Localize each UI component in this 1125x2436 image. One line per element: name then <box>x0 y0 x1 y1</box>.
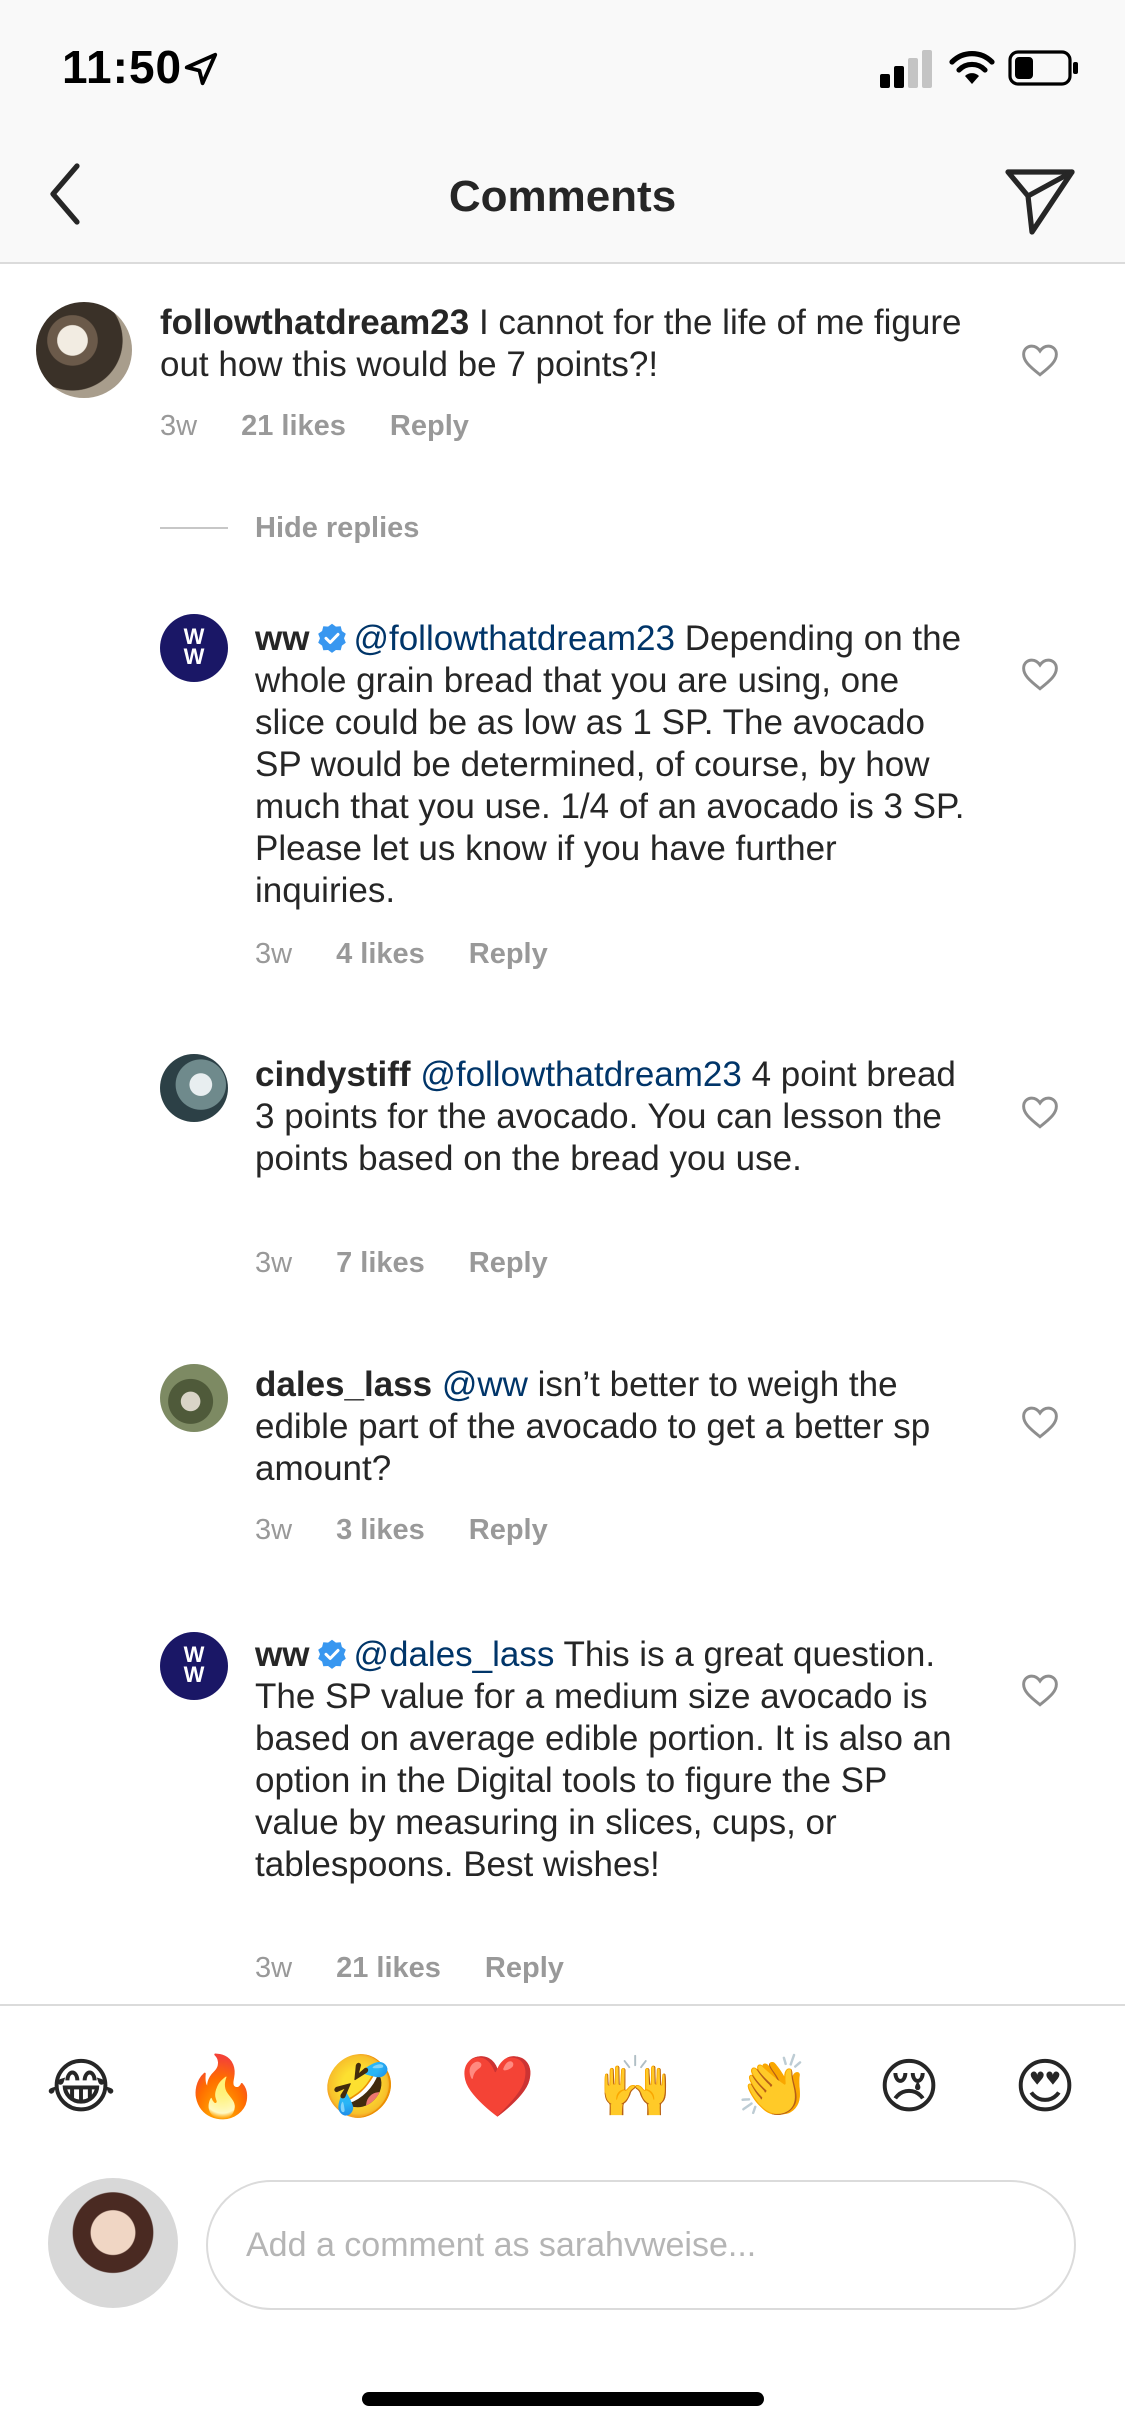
page-title: Comments <box>448 172 677 221</box>
reply-meta: 3w 7 likes Reply <box>255 1247 592 1280</box>
heart-icon[interactable] <box>1020 1404 1060 1440</box>
reply-username[interactable]: ww <box>255 619 309 658</box>
likes-count[interactable]: 21 likes <box>336 1952 441 1984</box>
navigation-bar: Comments <box>0 132 1125 264</box>
reply-meta: 3w 3 likes Reply <box>255 1514 592 1547</box>
heart-icon[interactable] <box>1020 1094 1060 1130</box>
status-bar: 11:50 <box>0 0 1125 132</box>
verified-badge-icon <box>318 623 347 653</box>
reply-username[interactable]: ww <box>255 1635 309 1674</box>
heart-icon[interactable] <box>1020 342 1060 378</box>
emoji-clapping-button[interactable]: 👏 <box>736 2052 811 2122</box>
heart-icon[interactable] <box>1020 656 1060 692</box>
emoji-crying-button[interactable]: 😢 <box>874 2052 944 2122</box>
mention-link[interactable]: @followthatdream23 <box>420 1055 742 1094</box>
emoji-heart-button[interactable]: ❤️ <box>460 2052 535 2122</box>
avatar[interactable] <box>160 1364 228 1432</box>
top-bar: 11:50 Comments <box>0 0 1125 264</box>
direct-send-icon[interactable] <box>1000 160 1080 240</box>
reply-time: 3w <box>255 1247 293 1279</box>
likes-count[interactable]: 21 likes <box>241 410 346 442</box>
avatar[interactable] <box>160 1054 228 1122</box>
reply-button[interactable]: Reply <box>469 1247 548 1279</box>
reply-time: 3w <box>255 938 293 970</box>
home-indicator[interactable] <box>362 2392 764 2406</box>
reply-username[interactable]: cindystiff <box>255 1055 411 1094</box>
mention-link[interactable]: @dales_lass <box>353 1635 554 1674</box>
reply-meta: 3w 4 likes Reply <box>255 938 592 971</box>
reply-button[interactable]: Reply <box>469 1514 548 1546</box>
hide-replies-button[interactable]: Hide replies <box>255 512 419 545</box>
reply-button[interactable]: Reply <box>485 1952 564 1984</box>
status-time: 11:50 <box>62 41 183 93</box>
verified-badge-icon <box>318 1639 347 1669</box>
reply-text: ww @dales_lass This is a great question. … <box>255 1634 975 1886</box>
reply-body: Depending on the whole grain bread that … <box>255 619 965 910</box>
comment-username[interactable]: followthatdream23 <box>160 303 469 342</box>
wifi-icon <box>949 51 995 84</box>
comment-text: followthatdream23 I cannot for the life … <box>160 302 980 386</box>
reply-time: 3w <box>255 1952 293 1984</box>
emoji-raised-hands-button[interactable]: 🙌 <box>598 2052 673 2122</box>
emoji-quick-bar: 😂 🔥 🤣 ❤️ 🙌 👏 😢 😍 <box>0 2004 1125 2172</box>
reply-text: dales_lass @ww isn’t better to weigh the… <box>255 1364 975 1490</box>
comment-time: 3w <box>160 410 198 442</box>
emoji-fire-button[interactable]: 🔥 <box>184 2052 259 2122</box>
reply-username[interactable]: dales_lass <box>255 1365 432 1404</box>
reply-time: 3w <box>255 1514 293 1546</box>
comment-meta: 3w 21 likes Reply <box>160 410 513 443</box>
reply-text: ww @followthatdream23 Depending on the wh… <box>255 618 975 912</box>
likes-count[interactable]: 7 likes <box>336 1247 425 1279</box>
current-user-avatar <box>48 2178 178 2308</box>
reply-button[interactable]: Reply <box>390 410 469 442</box>
emoji-heart-eyes-button[interactable]: 😍 <box>1010 2052 1080 2122</box>
mention-link[interactable]: @ww <box>442 1365 528 1404</box>
divider <box>160 527 228 529</box>
location-arrow-icon <box>184 52 218 86</box>
reply-text: cindystiff @followthatdream23 4 point br… <box>255 1054 975 1180</box>
reply-meta: 3w 21 likes Reply <box>255 1952 608 1985</box>
avatar[interactable]: WW <box>160 614 228 682</box>
heart-icon[interactable] <box>1020 1672 1060 1708</box>
reply-button[interactable]: Reply <box>469 938 548 970</box>
avatar[interactable] <box>36 302 132 398</box>
comment-input[interactable] <box>206 2180 1076 2310</box>
cellular-signal-icon <box>880 50 932 88</box>
mention-link[interactable]: @followthatdream23 <box>353 619 675 658</box>
emoji-rofl-button[interactable]: 🤣 <box>322 2052 397 2122</box>
likes-count[interactable]: 4 likes <box>336 938 425 970</box>
likes-count[interactable]: 3 likes <box>336 1514 425 1546</box>
battery-icon <box>1008 50 1078 86</box>
avatar[interactable]: WW <box>160 1632 228 1700</box>
emoji-tears-of-joy-button[interactable]: 😂 <box>46 2052 116 2122</box>
